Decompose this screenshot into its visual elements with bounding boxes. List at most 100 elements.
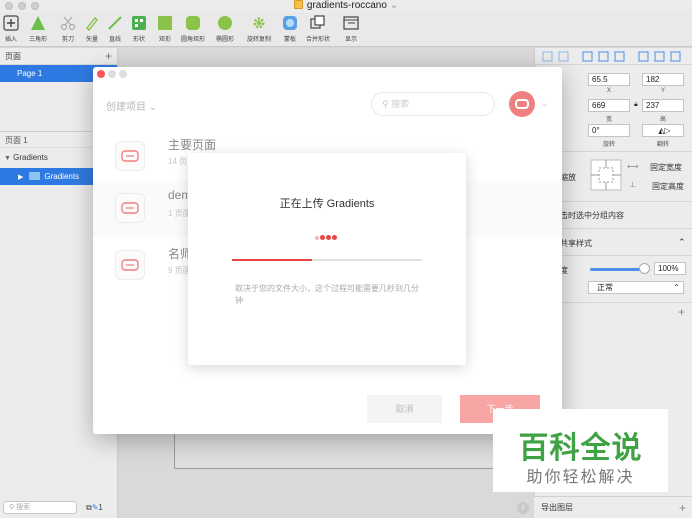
- dialog-zoom-button[interactable]: [119, 70, 127, 78]
- document-title-text: gradients-roccano: [306, 0, 387, 11]
- add-page-button[interactable]: +: [105, 48, 112, 65]
- layer-count: 1: [98, 503, 103, 512]
- rectangle-icon: [158, 16, 172, 30]
- fixed-width-label[interactable]: 固定宽度: [650, 162, 682, 173]
- y-field[interactable]: 182: [642, 73, 684, 86]
- pen-icon: [86, 16, 98, 31]
- search-icon: ⚲: [9, 504, 15, 511]
- watermark: 百科全说 助你轻松解决: [493, 409, 668, 492]
- oval-tool[interactable]: 椭圆形: [216, 15, 234, 43]
- triangle-tool[interactable]: 三角形: [29, 15, 47, 43]
- upload-title: 正在上传 Gradients: [279, 198, 375, 210]
- chevron-down-icon[interactable]: ⌄: [541, 98, 549, 109]
- layer-label: Gradients: [13, 153, 48, 162]
- info-icon[interactable]: i: [517, 502, 529, 514]
- x-field[interactable]: 65.5: [588, 73, 630, 86]
- mask-icon: [283, 16, 297, 30]
- view-tool[interactable]: 显示: [343, 15, 359, 43]
- gear-icon: [253, 17, 265, 29]
- flip-buttons[interactable]: ◭▷: [642, 124, 684, 137]
- insert-tool[interactable]: 插入: [3, 15, 19, 43]
- layer-filter-controls[interactable]: ⧉✎1: [86, 503, 103, 513]
- project-search-input[interactable]: ⚲ 搜索: [371, 92, 495, 116]
- dialog-minimize-button[interactable]: [108, 70, 116, 78]
- rotation-field[interactable]: 0°: [588, 124, 630, 137]
- opacity-field[interactable]: 100%: [654, 262, 686, 275]
- project-title: 主要页面: [168, 138, 217, 152]
- rounded-rectangle-icon: [186, 16, 200, 30]
- mask-tool[interactable]: 蒙板: [282, 15, 298, 43]
- document-title: gradients-roccano ⌄: [0, 0, 692, 12]
- alignment-toolbar: [535, 48, 692, 65]
- fixed-height-label[interactable]: 固定高度: [652, 181, 684, 192]
- upload-progress-popup: 正在上传 Gradients 取决于您的文件大小，这个过程可能需要几秒到几分钟: [188, 153, 466, 365]
- disclosure-triangle-right-icon[interactable]: ▶: [18, 174, 23, 181]
- pages-header: 页面 +: [0, 48, 117, 65]
- click-through-option[interactable]: 击时选中分组内容: [560, 210, 624, 221]
- rotate-copy-tool[interactable]: 旋转复制: [247, 15, 271, 43]
- fixed-width-icon[interactable]: ⟷: [627, 162, 638, 171]
- tool-label: 圆角矩形: [181, 37, 206, 43]
- opacity-slider-knob[interactable]: [639, 263, 650, 274]
- chevron-down-icon[interactable]: ⌄: [390, 0, 398, 11]
- rectangle-tool[interactable]: 矩形: [157, 15, 173, 43]
- add-fill-button[interactable]: +: [678, 305, 685, 319]
- layer-search-input[interactable]: ⚲ 搜索: [3, 501, 77, 514]
- union-icon: [310, 15, 325, 29]
- vector-tool[interactable]: 矢量: [84, 15, 100, 43]
- chevron-down-icon: ⌄: [148, 102, 158, 113]
- lock-icon[interactable]: 🔒︎: [634, 101, 638, 109]
- oval-icon: [218, 16, 232, 30]
- height-field[interactable]: 237: [642, 99, 684, 112]
- user-avatar[interactable]: [509, 91, 535, 117]
- scissors-icon: [60, 16, 76, 31]
- rotation-label: 旋转: [602, 142, 615, 148]
- shape-tool[interactable]: 形状: [131, 15, 147, 43]
- loading-dots-icon: [315, 232, 338, 242]
- opacity-slider-track[interactable]: [590, 268, 645, 271]
- dialog-close-button[interactable]: [97, 70, 105, 78]
- project-page-count: 14 页: [168, 157, 188, 166]
- tool-label: 椭圆形: [216, 37, 235, 43]
- width-field[interactable]: 669: [588, 99, 630, 112]
- plus-icon: [3, 15, 19, 31]
- project-select-label: 创建项目: [106, 102, 146, 113]
- shared-style-select[interactable]: 共享样式: [560, 238, 592, 249]
- y-label: Y: [660, 88, 665, 94]
- add-export-button[interactable]: +: [679, 497, 686, 518]
- export-panel[interactable]: i 导出图层 +: [517, 496, 692, 518]
- flip-label: 翻转: [656, 142, 669, 148]
- upload-progress-fill: [232, 259, 312, 261]
- align-icons[interactable]: [535, 48, 692, 65]
- x-label: X: [606, 88, 611, 94]
- chevron-updown-icon[interactable]: ⌃: [678, 237, 686, 248]
- line-icon: [108, 16, 122, 30]
- height-label: 高: [659, 117, 666, 123]
- tool-label: 显示: [344, 37, 357, 43]
- disclosure-triangle-down-icon[interactable]: ▼: [4, 155, 11, 162]
- folder-icon: [29, 172, 41, 180]
- tool-label: 矩形: [158, 37, 171, 43]
- tool-label: 蒙板: [283, 37, 296, 43]
- scissors-tool[interactable]: 剪刀: [60, 15, 76, 43]
- tool-label: 旋转复制: [247, 37, 272, 43]
- rounded-rectangle-tool[interactable]: 圆角矩形: [181, 15, 205, 43]
- triangle-icon: [31, 16, 45, 30]
- blend-mode-select[interactable]: 正常 ⌃: [588, 281, 684, 294]
- watermark-title: 百科全说: [518, 432, 643, 465]
- dialog-window-controls: [97, 70, 130, 80]
- resizing-constraints-icon[interactable]: [590, 159, 622, 191]
- layer-label: Gradients: [44, 172, 80, 181]
- project-logo-icon: [115, 193, 145, 223]
- combine-shapes-tool[interactable]: 合并形状: [306, 15, 330, 43]
- tool-label: 合并形状: [306, 37, 331, 43]
- line-tool[interactable]: 直线: [107, 15, 123, 43]
- fixed-height-icon[interactable]: ⟂: [630, 180, 635, 190]
- sketch-document-icon: [293, 0, 303, 9]
- project-select[interactable]: 创建项目 ⌄: [106, 98, 157, 113]
- watermark-subtitle: 助你轻松解决: [526, 469, 635, 486]
- pages-header-label: 页面: [5, 52, 21, 61]
- tool-label: 剪刀: [61, 37, 74, 43]
- cancel-button[interactable]: 取消: [367, 395, 442, 423]
- flip-horizontal-icon[interactable]: ◭▷: [658, 126, 670, 135]
